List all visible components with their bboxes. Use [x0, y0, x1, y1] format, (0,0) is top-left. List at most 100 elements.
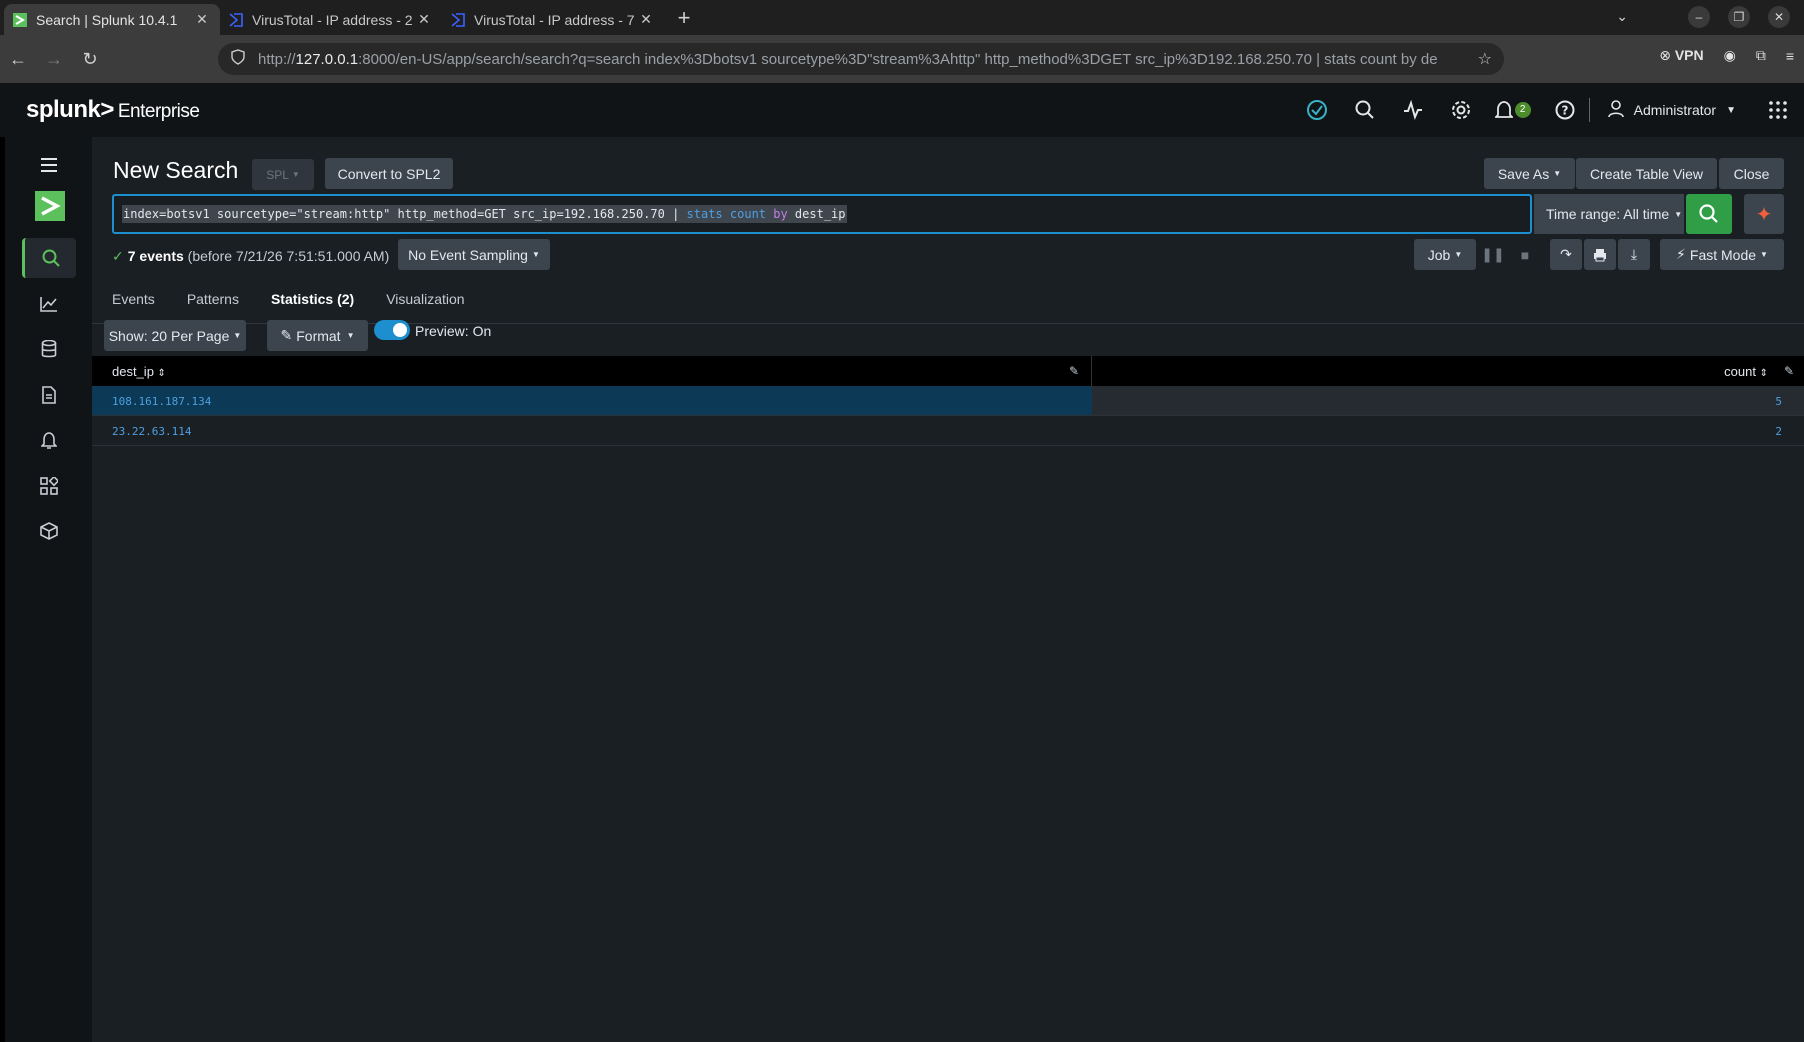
back-arrow-icon[interactable]: ← [0, 49, 36, 70]
share-icon[interactable]: ↷ [1550, 239, 1582, 270]
close-tab-icon[interactable]: ✕ [638, 11, 654, 28]
job-dropdown[interactable]: Job ▼ [1414, 239, 1476, 270]
ai-assistant-sparkle-icon[interactable]: ✦ [1744, 194, 1784, 234]
vpn-icon: ⊗ [1659, 47, 1671, 63]
search-app-logo-icon[interactable] [35, 191, 65, 221]
virustotal-favicon-icon [228, 12, 244, 28]
user-menu[interactable]: Administrator ▼ [1588, 98, 1752, 122]
nav-datasets-icon[interactable] [22, 329, 76, 369]
menu-icon[interactable]: ≡ [1786, 48, 1794, 64]
spl-button[interactable]: SPL ▼ [252, 159, 314, 190]
address-bar[interactable]: http://127.0.0.1:8000/en-US/app/search/s… [218, 43, 1504, 75]
nav-search-icon[interactable] [22, 238, 76, 278]
tab-title: VirusTotal - IP address - 7 [474, 11, 635, 28]
side-navigation [0, 137, 92, 1042]
preview-toggle[interactable] [374, 320, 410, 340]
browser-tab-bar: Search | Splunk 10.4.1 ✕ VirusTotal - IP… [0, 0, 1804, 35]
notifications-bell-icon[interactable]: 2 [1485, 83, 1541, 137]
nav-alerts-bell-icon[interactable] [22, 420, 76, 460]
search-mode-dropdown[interactable]: ⚡ Fast Mode ▼ [1660, 239, 1784, 270]
chevron-down-icon: ▼ [1726, 104, 1736, 116]
print-icon[interactable] [1584, 239, 1616, 270]
url-host: 127.0.0.1 [295, 50, 359, 68]
notifications-badge: 2 [1514, 102, 1531, 118]
search-query-text: index=botsv1 sourcetype="stream:http" ht… [122, 205, 847, 223]
lightning-icon: ⚡ [1676, 246, 1686, 262]
forward-arrow-icon[interactable]: → [36, 49, 72, 70]
events-status: ✓ 7 events (before 7/21/26 7:51:51.000 AM… [112, 248, 390, 264]
splunk-favicon-icon [12, 12, 28, 28]
tab-patterns[interactable]: Patterns [187, 285, 239, 323]
cell-dest-ip[interactable]: 108.161.187.134 [92, 386, 1092, 415]
user-icon [1607, 99, 1624, 121]
gear-icon[interactable] [1437, 83, 1485, 137]
tab-statistics[interactable]: Statistics (2) [270, 285, 355, 323]
activity-icon[interactable] [1389, 83, 1437, 137]
health-status-icon[interactable] [1293, 83, 1341, 137]
results-tabs: Events Patterns Statistics (2) Visualiza… [112, 285, 465, 325]
nav-apps-cube-icon[interactable] [22, 511, 76, 551]
pause-icon[interactable]: ❚❚ [1478, 239, 1508, 270]
column-edit-icon[interactable]: ✎ [1784, 364, 1794, 378]
cell-dest-ip[interactable]: 23.22.63.114 [92, 416, 1092, 445]
run-search-button[interactable] [1686, 194, 1732, 234]
profile-icon[interactable]: ◉ [1724, 47, 1736, 64]
apps-grid-icon[interactable] [1752, 83, 1804, 137]
column-edit-icon[interactable]: ✎ [1069, 364, 1079, 378]
export-download-icon[interactable]: ⤓ [1618, 239, 1650, 270]
new-tab-button[interactable]: + [670, 5, 698, 31]
bookmark-star-icon[interactable]: ☆ [1478, 49, 1492, 69]
search-icon[interactable] [1341, 83, 1389, 137]
user-name: Administrator [1633, 102, 1717, 118]
convert-spl2-button[interactable]: Convert to SPL2 [325, 158, 453, 189]
extensions-icon[interactable]: ⧉ [1756, 47, 1766, 64]
chevron-down-icon: ▼ [1760, 250, 1768, 259]
close-window-icon[interactable]: ✕ [1768, 6, 1790, 28]
vpn-button[interactable]: ⊗ VPN [1659, 47, 1703, 64]
chevron-down-icon: ▼ [233, 331, 242, 340]
format-dropdown[interactable]: ✎ Format ▼ [267, 320, 368, 351]
search-query-input[interactable]: index=botsv1 sourcetype="stream:http" ht… [112, 194, 1532, 234]
hamburger-menu-icon[interactable] [22, 145, 76, 185]
table-row[interactable]: 23.22.63.114 2 [92, 416, 1804, 446]
per-page-dropdown[interactable]: Show: 20 Per Page ▼ [104, 320, 246, 351]
checkmark-icon: ✓ [112, 248, 124, 264]
restore-icon[interactable]: ❐ [1728, 6, 1750, 28]
nav-dashboards-icon[interactable] [22, 466, 76, 506]
event-sampling-dropdown[interactable]: No Event Sampling ▼ [398, 239, 550, 270]
chevron-down-icon: ▼ [346, 331, 355, 340]
close-tab-icon[interactable]: ✕ [416, 11, 432, 28]
tab-events[interactable]: Events [112, 285, 155, 323]
browser-tab-virustotal-2[interactable]: VirusTotal - IP address - 7 ✕ [442, 4, 664, 35]
nav-reports-icon[interactable] [22, 375, 76, 415]
tab-title: VirusTotal - IP address - 2 [252, 11, 413, 28]
create-table-view-button[interactable]: Create Table View [1576, 158, 1717, 189]
reload-icon[interactable]: ↻ [72, 49, 108, 70]
cell-count[interactable]: 2 [1092, 416, 1804, 445]
tab-title: Search | Splunk 10.4.1 [36, 11, 178, 28]
browser-tab-splunk[interactable]: Search | Splunk 10.4.1 ✕ [4, 4, 220, 35]
minimize-icon[interactable]: – [1688, 6, 1710, 28]
column-header-dest-ip[interactable]: dest_ip ⇕ [112, 364, 166, 379]
close-button[interactable]: Close [1719, 158, 1784, 189]
tab-visualization[interactable]: Visualization [386, 285, 464, 323]
save-as-button[interactable]: Save As ▼ [1484, 158, 1575, 189]
nav-analytics-icon[interactable] [22, 284, 76, 324]
time-range-picker[interactable]: Time range: All time ▼ [1534, 194, 1684, 234]
tab-search-chevron-icon[interactable]: ⌄ [1616, 8, 1628, 25]
browser-tab-virustotal-1[interactable]: VirusTotal - IP address - 2 ✕ [220, 4, 442, 35]
chevron-down-icon: ▼ [291, 170, 300, 179]
chevron-down-icon: ▼ [1674, 209, 1683, 219]
chevron-down-icon: ▼ [1454, 250, 1463, 259]
table-row[interactable]: 108.161.187.134 5 [92, 386, 1804, 416]
close-tab-icon[interactable]: ✕ [194, 11, 210, 28]
cell-count[interactable]: 5 [1092, 386, 1804, 415]
help-icon[interactable]: ? [1541, 83, 1589, 137]
site-info-icon[interactable] [230, 49, 248, 69]
table-header: dest_ip ⇕ ✎ count ⇕ ✎ [92, 356, 1804, 386]
column-header-count[interactable]: count ⇕ [1724, 364, 1768, 379]
stop-icon[interactable]: ■ [1510, 239, 1540, 270]
splunk-header: splunk> Enterprise 2 ? Administrator ▼ [0, 83, 1804, 137]
splunk-logo[interactable]: splunk> Enterprise [26, 96, 200, 124]
pencil-icon: ✎ [280, 327, 293, 343]
